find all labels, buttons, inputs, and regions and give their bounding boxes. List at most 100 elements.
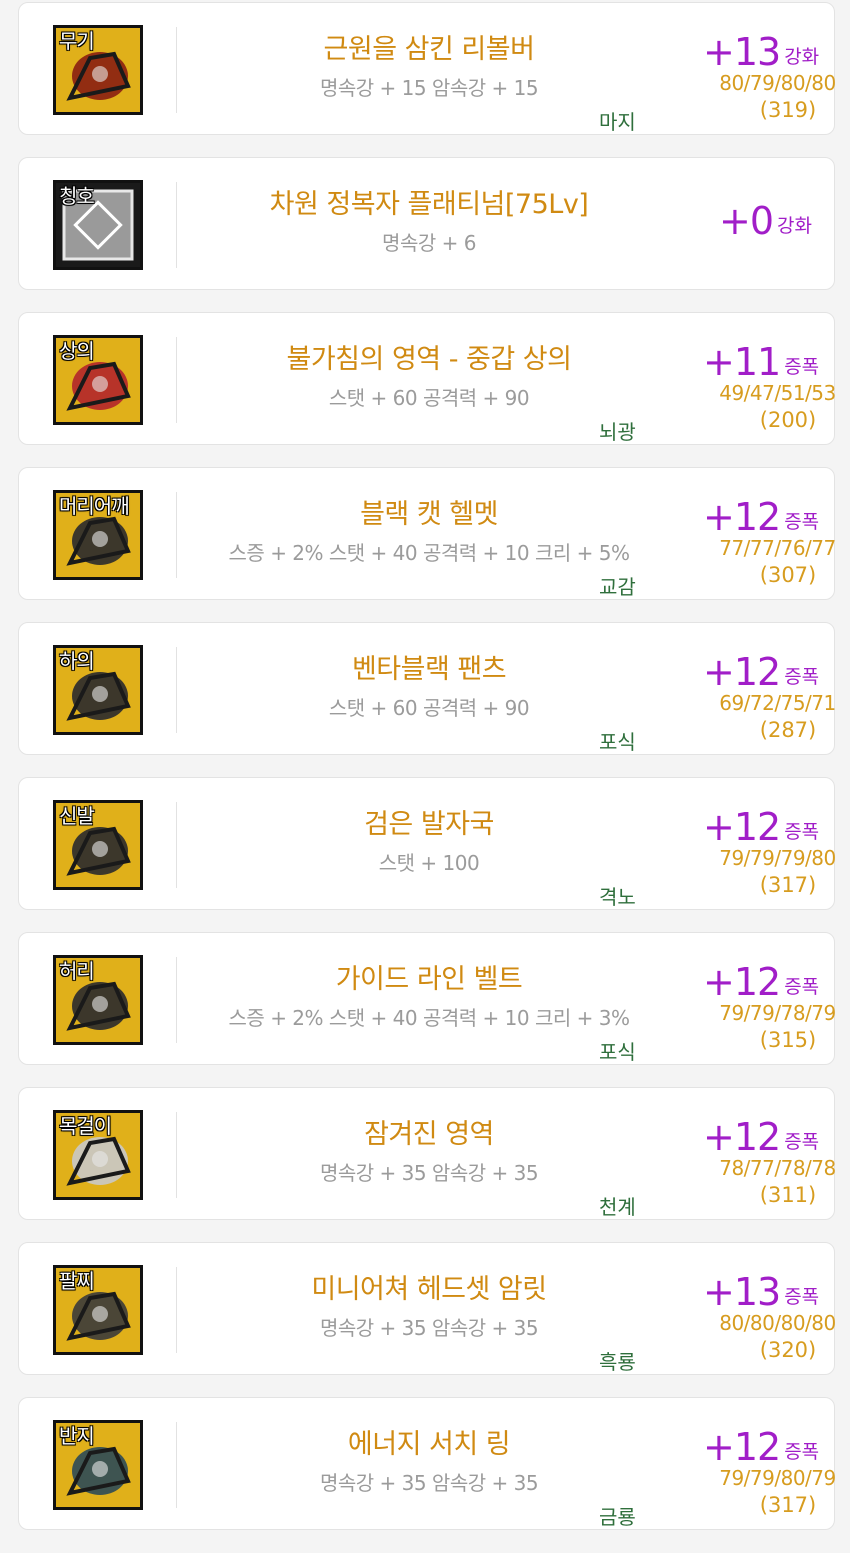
slot-label: 반지	[59, 1424, 95, 1448]
enchant-tag: 마지	[599, 110, 636, 134]
amp-total: (317)	[759, 873, 817, 897]
equipment-card-necklace[interactable]: 목걸이 잠겨진 영역 명속강 + 35 암속강 + 35 천계 +12 증폭 78…	[18, 1087, 836, 1220]
helmet-icon: 머리어깨	[53, 490, 143, 580]
reinforce-value: +13	[703, 1270, 781, 1314]
reinforce-value: +13	[703, 30, 781, 74]
pants-icon: 하의	[53, 645, 143, 735]
amp-total: (311)	[759, 1183, 817, 1207]
reinforce-level: +13 강화	[703, 33, 833, 71]
amp-values: 77/77/76/77	[719, 536, 836, 560]
equipment-card-weapon[interactable]: 무기 근원을 삼킨 리볼버 명속강 + 15 암속강 + 15 마지 +13 강화…	[18, 2, 836, 135]
reinforce-value: +12	[703, 960, 781, 1004]
reinforce-type: 증폭	[784, 666, 820, 688]
reinforce-type: 증폭	[784, 1441, 820, 1463]
item-name: 미니어쳐 헤드셋 암릿	[311, 1274, 547, 1305]
slot-label: 머리어깨	[59, 494, 130, 518]
amp-total: (315)	[759, 1028, 817, 1052]
amp-values: 80/79/80/80	[719, 71, 836, 95]
equipment-card-pants[interactable]: 하의 벤타블랙 팬츠 스탯 + 60 공격력 + 90 포식 +12 증폭 69/…	[18, 622, 836, 755]
reinforce-level: +0 강화	[719, 202, 849, 240]
equipment-card-belt[interactable]: 허리 가이드 라인 벨트 스증 + 2% 스탯 + 40 공격력 + 10 크리…	[18, 932, 836, 1065]
item-stats: 스탯 + 60 공격력 + 90	[328, 386, 530, 410]
slot-label: 칭호	[59, 184, 95, 208]
item-name: 가이드 라인 벨트	[335, 964, 523, 995]
enchant-tag: 천계	[599, 1195, 636, 1219]
slot-label: 신발	[59, 804, 95, 828]
amp-values: 79/79/78/79	[719, 1001, 836, 1025]
enchant-tag: 포식	[599, 1040, 636, 1064]
necklace-icon: 목걸이	[53, 1110, 143, 1200]
reinforce-type: 증폭	[784, 511, 820, 533]
reinforce-type: 증폭	[784, 356, 820, 378]
reinforce-level: +12 증폭	[703, 808, 833, 846]
equipment-card-title[interactable]: 칭호 차원 정복자 플래티넘[75Lv] 명속강 + 6 +0 강화	[18, 157, 835, 290]
title-emblem-icon: 칭호	[53, 180, 143, 270]
reinforce-value: +0	[719, 199, 774, 243]
item-name: 차원 정복자 플래티넘[75Lv]	[269, 189, 589, 220]
reinforce-type: 강화	[784, 46, 820, 68]
slot-label: 무기	[59, 29, 95, 53]
item-stats: 명속강 + 15 암속강 + 15	[319, 76, 539, 100]
equipment-card-ring[interactable]: 반지 에너지 서치 링 명속강 + 35 암속강 + 35 금룡 +12 증폭 7…	[18, 1397, 836, 1530]
reinforce-type: 증폭	[784, 976, 820, 998]
amp-values: 78/77/78/78	[719, 1156, 836, 1180]
item-stats: 명속강 + 35 암속강 + 35	[319, 1316, 539, 1340]
item-name: 검은 발자국	[364, 809, 494, 840]
belt-icon: 허리	[53, 955, 143, 1045]
slot-label: 상의	[59, 339, 95, 363]
item-stats: 명속강 + 35 암속강 + 35	[319, 1471, 539, 1495]
amp-total: (200)	[759, 408, 817, 432]
reinforce-type: 증폭	[784, 821, 820, 843]
boots-icon: 신발	[53, 800, 143, 890]
item-name: 불가침의 영역 - 중갑 상의	[286, 344, 572, 375]
equipment-card-shoes[interactable]: 신발 검은 발자국 스탯 + 100 격노 +12 증폭 79/79/79/80 …	[18, 777, 836, 910]
amp-values: 69/72/75/71	[719, 691, 836, 715]
reinforce-level: +11 증폭	[703, 343, 833, 381]
item-stats: 명속강 + 35 암속강 + 35	[319, 1161, 539, 1185]
item-stats: 스탯 + 100	[378, 851, 480, 875]
reinforce-value: +12	[703, 1425, 781, 1469]
amp-values: 79/79/79/80	[719, 846, 836, 870]
ring-icon: 반지	[53, 1420, 143, 1510]
item-stats: 스탯 + 60 공격력 + 90	[328, 696, 530, 720]
slot-label: 하의	[59, 649, 95, 673]
equipment-card-top[interactable]: 상의 불가침의 영역 - 중갑 상의 스탯 + 60 공격력 + 90 뇌광 +…	[18, 312, 836, 445]
amp-values: 80/80/80/80	[719, 1311, 836, 1335]
enchant-tag: 격노	[599, 885, 636, 909]
enchant-tag: 금룡	[599, 1505, 636, 1529]
enchant-tag: 포식	[599, 730, 636, 754]
amp-total: (319)	[759, 98, 817, 122]
slot-label: 허리	[59, 959, 95, 983]
amp-total: (317)	[759, 1493, 817, 1517]
reinforce-value: +12	[703, 1115, 781, 1159]
slot-label: 목걸이	[59, 1114, 112, 1138]
reinforce-level: +12 증폭	[703, 498, 833, 536]
item-name: 벤타블랙 팬츠	[351, 654, 507, 685]
reinforce-type: 증폭	[784, 1131, 820, 1153]
slot-label: 팔찌	[59, 1269, 95, 1293]
reinforce-level: +12 증폭	[703, 963, 833, 1001]
item-name: 에너지 서치 링	[347, 1429, 511, 1460]
amp-values: 79/79/80/79	[719, 1466, 836, 1490]
reinforce-level: +12 증폭	[703, 1428, 833, 1466]
revolver-icon: 무기	[53, 25, 143, 115]
reinforce-level: +13 증폭	[703, 1273, 833, 1311]
enchant-tag: 흑룡	[599, 1350, 636, 1374]
reinforce-value: +12	[703, 650, 781, 694]
item-stats: 스증 + 2% 스탯 + 40 공격력 + 10 크리 + 3%	[228, 1006, 630, 1030]
item-name: 잠겨진 영역	[364, 1119, 494, 1150]
reinforce-type: 강화	[777, 215, 812, 237]
reinforce-value: +12	[703, 495, 781, 539]
amp-total: (307)	[759, 563, 817, 587]
enchant-tag: 뇌광	[599, 420, 636, 444]
item-stats: 스증 + 2% 스탯 + 40 공격력 + 10 크리 + 5%	[228, 541, 630, 565]
item-stats: 명속강 + 6	[382, 231, 476, 255]
headset-armlet-icon: 팔찌	[53, 1265, 143, 1355]
amp-total: (287)	[759, 718, 817, 742]
equipment-card-bracelet[interactable]: 팔찌 미니어쳐 헤드셋 암릿 명속강 + 35 암속강 + 35 흑룡 +13 증…	[18, 1242, 836, 1375]
reinforce-value: +11	[703, 340, 781, 384]
enchant-tag: 교감	[599, 575, 636, 599]
equipment-card-shoulder[interactable]: 머리어깨 블랙 캣 헬멧 스증 + 2% 스탯 + 40 공격력 + 10 크리…	[18, 467, 836, 600]
reinforce-value: +12	[703, 805, 781, 849]
reinforce-level: +12 증폭	[703, 1118, 833, 1156]
